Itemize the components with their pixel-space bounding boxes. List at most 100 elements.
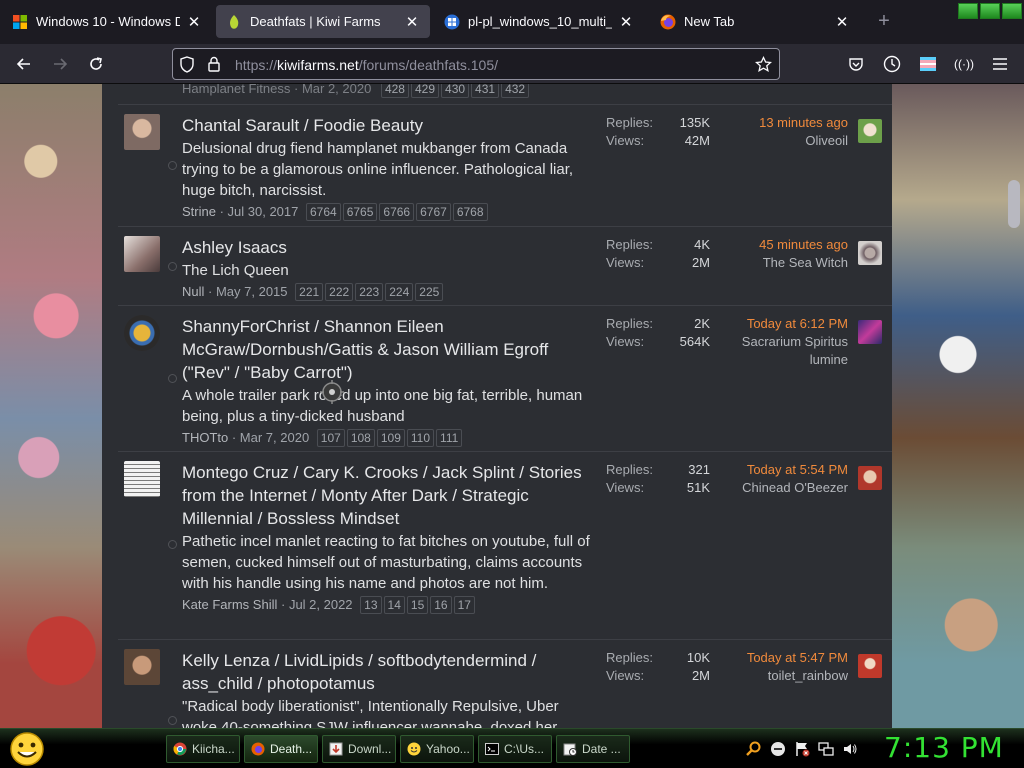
last-poster-avatar[interactable] xyxy=(858,654,882,678)
close-icon[interactable]: ✕ xyxy=(618,14,634,31)
last-poster-avatar[interactable] xyxy=(858,466,882,490)
thread-title[interactable]: Chantal Sarault / Foodie Beauty xyxy=(182,114,594,137)
pocket-button[interactable] xyxy=(844,52,868,76)
reload-button[interactable] xyxy=(84,52,108,76)
taskbar-item-yahoo[interactable]: Yahoo... xyxy=(400,735,474,763)
page-scrollbar[interactable] xyxy=(1008,180,1020,228)
search-icon[interactable] xyxy=(746,741,762,757)
page-link[interactable]: 6764 xyxy=(306,203,341,221)
thread-author[interactable]: Hamplanet Fitness xyxy=(182,84,290,96)
network-icon[interactable] xyxy=(818,741,834,757)
taskbar-item-chrome[interactable]: Kiicha... xyxy=(166,735,240,763)
avatar[interactable] xyxy=(124,461,160,497)
avatar[interactable] xyxy=(124,649,160,685)
page-link[interactable]: 14 xyxy=(383,596,405,614)
page-link[interactable]: 6767 xyxy=(416,203,451,221)
minimize-button[interactable] xyxy=(958,3,978,19)
last-poster-avatar[interactable] xyxy=(858,320,882,344)
avatar[interactable] xyxy=(124,315,160,351)
last-post-date[interactable]: Today at 6:12 PM xyxy=(718,315,848,333)
tab-new-tab[interactable]: New Tab ✕ xyxy=(650,5,860,38)
pride-flag-extension-button[interactable] xyxy=(916,52,940,76)
last-post-date[interactable]: Today at 5:47 PM xyxy=(718,649,848,667)
page-link[interactable]: 6765 xyxy=(342,203,378,221)
last-post-date[interactable]: 13 minutes ago xyxy=(718,114,848,132)
page-link[interactable]: 429 xyxy=(410,84,440,98)
start-button[interactable] xyxy=(6,731,48,767)
close-window-button[interactable] xyxy=(1002,3,1022,19)
page-link[interactable]: 16 xyxy=(430,596,452,614)
thread-title[interactable]: Kelly Lenza / LividLipids / softbodytend… xyxy=(182,649,594,695)
new-tab-button[interactable]: + xyxy=(874,11,894,32)
last-post-user[interactable]: toilet_rainbow xyxy=(718,667,848,685)
close-icon[interactable]: ✕ xyxy=(834,14,850,31)
thread-title[interactable]: Ashley Isaacs xyxy=(182,236,594,259)
last-poster-avatar[interactable] xyxy=(858,119,882,143)
tab-deathfats[interactable]: Deathfats | Kiwi Farms ✕ xyxy=(216,5,430,38)
page-link[interactable]: 222 xyxy=(325,283,354,301)
page-link[interactable]: 109 xyxy=(376,429,405,447)
thread-author[interactable]: Kate Farms Shill xyxy=(182,597,277,612)
avatar[interactable] xyxy=(124,114,160,150)
volume-icon[interactable] xyxy=(842,741,858,757)
last-post-user[interactable]: Chinead O'Beezer xyxy=(718,479,848,497)
last-post-user[interactable]: The Sea Witch xyxy=(718,254,848,272)
account-button[interactable] xyxy=(880,52,904,76)
page-link[interactable]: 225 xyxy=(415,283,444,301)
page-link[interactable]: 430 xyxy=(441,84,470,98)
forward-button[interactable] xyxy=(48,52,72,76)
close-icon[interactable]: ✕ xyxy=(404,14,420,31)
extension-button[interactable]: ((·)) xyxy=(952,52,976,76)
flag-icon xyxy=(920,57,936,71)
bookmark-star-icon[interactable] xyxy=(754,55,773,78)
last-poster-avatar[interactable] xyxy=(858,241,882,265)
page-link[interactable]: 432 xyxy=(501,84,530,98)
url-bar[interactable]: https://kiwifarms.net/forums/deathfats.1… xyxy=(172,48,780,80)
taskbar-item-date[interactable]: Date ... xyxy=(556,735,630,763)
last-post-user[interactable]: Oliveoil xyxy=(718,132,848,150)
page-link[interactable]: 108 xyxy=(346,429,375,447)
maximize-button[interactable] xyxy=(980,3,1000,19)
back-button[interactable] xyxy=(12,52,36,76)
tab-windows-10[interactable]: Windows 10 - Windows Deskt ✕ xyxy=(2,5,212,38)
taskbar-item-downloads[interactable]: Downl... xyxy=(322,735,396,763)
tab-windows-download[interactable]: pl-pl_windows_10_multi_editio ✕ xyxy=(434,5,644,38)
page-link[interactable]: 110 xyxy=(406,429,435,447)
page-link[interactable]: 431 xyxy=(471,84,500,98)
taskbar-item-cmd[interactable]: C:\Us... xyxy=(478,735,552,763)
page-link[interactable]: 224 xyxy=(385,283,414,301)
page-link[interactable]: 107 xyxy=(316,429,345,447)
thread-row[interactable]: Ashley Isaacs The Lich Queen Null · May … xyxy=(118,226,892,305)
page-link[interactable]: 13 xyxy=(360,596,382,614)
last-post-user[interactable]: Sacrarium Spiritus lumine xyxy=(718,333,848,369)
thread-row[interactable]: ShannyForChrist / Shannon Eileen McGraw/… xyxy=(118,305,892,451)
page-link[interactable]: 15 xyxy=(406,596,429,614)
thread-row[interactable]: Kelly Lenza / LividLipids / softbodytend… xyxy=(118,639,892,728)
thread-author[interactable]: THOTto xyxy=(182,430,228,445)
close-icon[interactable]: ✕ xyxy=(186,14,202,31)
thread-row[interactable]: Chantal Sarault / Foodie Beauty Delusion… xyxy=(118,104,892,226)
thread-row[interactable]: Montego Cruz / Cary K. Crooks / Jack Spl… xyxy=(118,451,892,639)
page-link[interactable]: 221 xyxy=(295,283,324,301)
taskbar-clock[interactable]: 7:13 PM xyxy=(884,731,1004,764)
thread-title[interactable]: ShannyForChrist / Shannon Eileen McGraw/… xyxy=(182,315,594,384)
avatar[interactable] xyxy=(124,236,160,272)
taskbar-item-firefox[interactable]: Death... xyxy=(244,735,318,763)
minus-circle-icon[interactable] xyxy=(770,741,786,757)
last-post-date[interactable]: Today at 5:54 PM xyxy=(718,461,848,479)
thread-author[interactable]: Strine xyxy=(182,204,216,219)
thread-author[interactable]: Null xyxy=(182,284,204,299)
page-link[interactable]: 6768 xyxy=(452,203,488,221)
last-post-date[interactable]: 45 minutes ago xyxy=(718,236,848,254)
page-link[interactable]: 111 xyxy=(436,429,463,447)
menu-button[interactable] xyxy=(988,52,1012,76)
page-link[interactable]: 223 xyxy=(355,283,384,301)
url-text[interactable]: https://kiwifarms.net/forums/deathfats.1… xyxy=(235,57,498,73)
page-link[interactable]: 428 xyxy=(380,84,409,98)
tracking-protection-shield-icon[interactable] xyxy=(179,56,195,78)
action-center-flag-icon[interactable] xyxy=(794,741,810,757)
thread-title[interactable]: Montego Cruz / Cary K. Crooks / Jack Spl… xyxy=(182,461,594,530)
page-link[interactable]: 17 xyxy=(453,596,475,614)
page-link[interactable]: 6766 xyxy=(379,203,415,221)
lock-icon[interactable] xyxy=(207,56,221,77)
